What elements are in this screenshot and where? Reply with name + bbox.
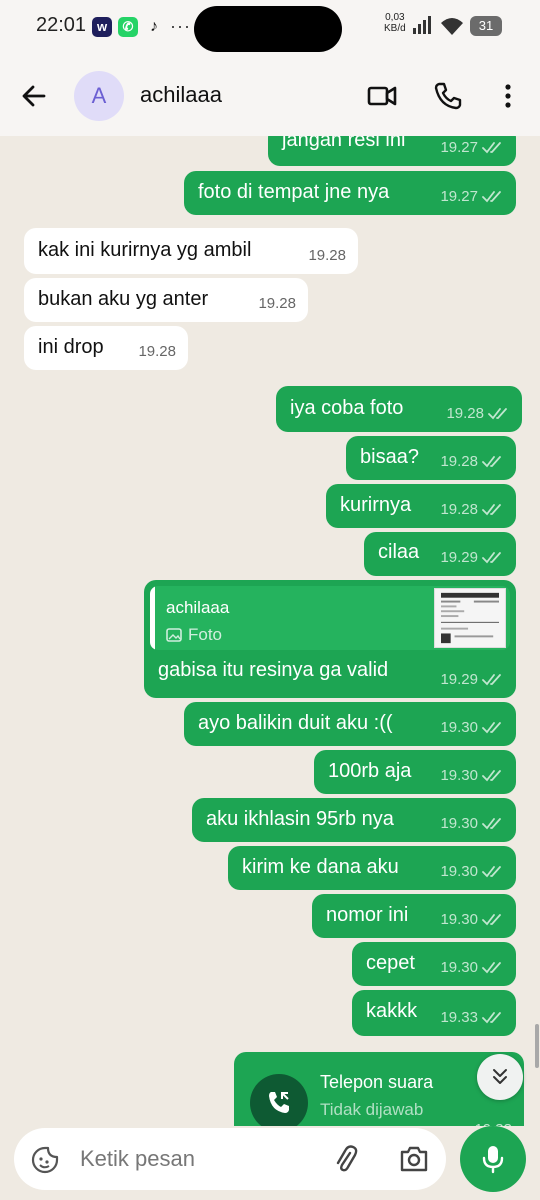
read-ticks-icon xyxy=(482,551,504,565)
message-outgoing[interactable]: kakkk 19.33 xyxy=(352,990,516,1036)
message-outgoing[interactable]: 100rb aja 19.30 xyxy=(314,750,516,794)
read-ticks-icon xyxy=(482,141,504,155)
attach-icon[interactable] xyxy=(332,1144,360,1176)
missed-call-icon xyxy=(250,1074,308,1126)
message-outgoing[interactable]: foto di tempat jne nya 19.27 xyxy=(184,171,516,215)
message-outgoing[interactable]: jangan resi ini 19.27 xyxy=(268,136,516,166)
call-status: Tidak dijawab xyxy=(320,1100,424,1119)
tiktok-icon: ♪ xyxy=(150,17,158,35)
read-ticks-icon xyxy=(482,865,504,879)
camera-icon[interactable] xyxy=(398,1144,430,1174)
more-notifications-icon: ··· xyxy=(170,16,191,36)
voice-message-button[interactable] xyxy=(460,1126,526,1192)
message-incoming[interactable]: kak ini kurirnya yg ambil 19.28 xyxy=(24,228,358,274)
chat-header: A achilaaa xyxy=(0,56,540,136)
message-outgoing[interactable]: kurirnya 19.28 xyxy=(326,484,516,528)
message-input[interactable]: Ketik pesan xyxy=(14,1128,446,1190)
net-speed: 0,03 KB/d xyxy=(384,12,406,34)
voice-call-icon[interactable] xyxy=(432,80,464,112)
message-incoming[interactable]: ini drop 19.28 xyxy=(24,326,188,370)
message-outgoing[interactable]: bisaa? 19.28 xyxy=(346,436,516,480)
message-outgoing[interactable]: iya coba foto 19.28 xyxy=(276,386,522,432)
message-outgoing[interactable]: cepet 19.30 xyxy=(352,942,516,986)
wifi-icon xyxy=(441,18,463,35)
status-time: 22:01 xyxy=(36,14,87,36)
quoted-message[interactable]: achilaaa Foto xyxy=(150,586,510,650)
app-w-icon: w xyxy=(92,16,112,37)
read-ticks-icon xyxy=(482,190,504,204)
message-outgoing[interactable]: nomor ini 19.30 xyxy=(312,894,516,938)
message-incoming[interactable]: bukan aku yg anter 19.28 xyxy=(24,278,308,322)
contact-avatar[interactable]: A xyxy=(74,71,124,121)
notification-icons: w ✆ ♪ ··· xyxy=(92,16,191,37)
photo-thumbnail xyxy=(434,588,506,648)
back-arrow-icon[interactable] xyxy=(18,80,50,112)
message-input-placeholder: Ketik pesan xyxy=(80,1146,195,1171)
read-ticks-icon xyxy=(482,673,504,687)
read-ticks-icon xyxy=(482,913,504,927)
read-ticks-icon xyxy=(482,769,504,783)
status-bar: 22:01 w ✆ ♪ ··· 0,03 KB/d 31 xyxy=(0,0,540,56)
camera-notch xyxy=(194,6,342,52)
read-ticks-icon xyxy=(488,407,510,421)
message-outgoing-reply[interactable]: achilaaa Foto gabisa itu resinya ga vali… xyxy=(144,580,516,698)
video-call-icon[interactable] xyxy=(366,80,398,112)
read-ticks-icon xyxy=(482,721,504,735)
scroll-to-bottom-button[interactable] xyxy=(477,1054,523,1100)
message-outgoing[interactable]: ayo balikin duit aku :(( 19.30 xyxy=(184,702,516,746)
read-ticks-icon xyxy=(482,817,504,831)
scrollbar[interactable] xyxy=(535,1024,539,1068)
contact-name[interactable]: achilaaa xyxy=(140,82,222,108)
whatsapp-icon: ✆ xyxy=(118,16,138,37)
quoted-sender: achilaaa xyxy=(166,598,230,617)
read-ticks-icon xyxy=(482,1011,504,1025)
read-ticks-icon xyxy=(482,961,504,975)
message-outgoing[interactable]: cilaa 19.29 xyxy=(364,532,516,576)
composer-bar: Ketik pesan xyxy=(0,1126,540,1200)
message-outgoing[interactable]: aku ikhlasin 95rb nya 19.30 xyxy=(192,798,516,842)
double-chevron-down-icon xyxy=(493,1069,507,1084)
message-list: jangan resi ini 19.27 foto di tempat jne… xyxy=(0,136,540,1126)
battery-icon: 31 xyxy=(470,16,502,36)
more-options-icon[interactable] xyxy=(492,80,524,112)
photo-icon xyxy=(166,628,182,642)
sticker-emoji-icon[interactable] xyxy=(30,1145,60,1175)
read-ticks-icon xyxy=(482,455,504,469)
message-outgoing[interactable]: kirim ke dana aku 19.30 xyxy=(228,846,516,890)
call-title: Telepon suara xyxy=(320,1072,434,1092)
microphone-icon xyxy=(482,1146,504,1174)
signal-icon xyxy=(413,16,431,34)
read-ticks-icon xyxy=(482,503,504,517)
